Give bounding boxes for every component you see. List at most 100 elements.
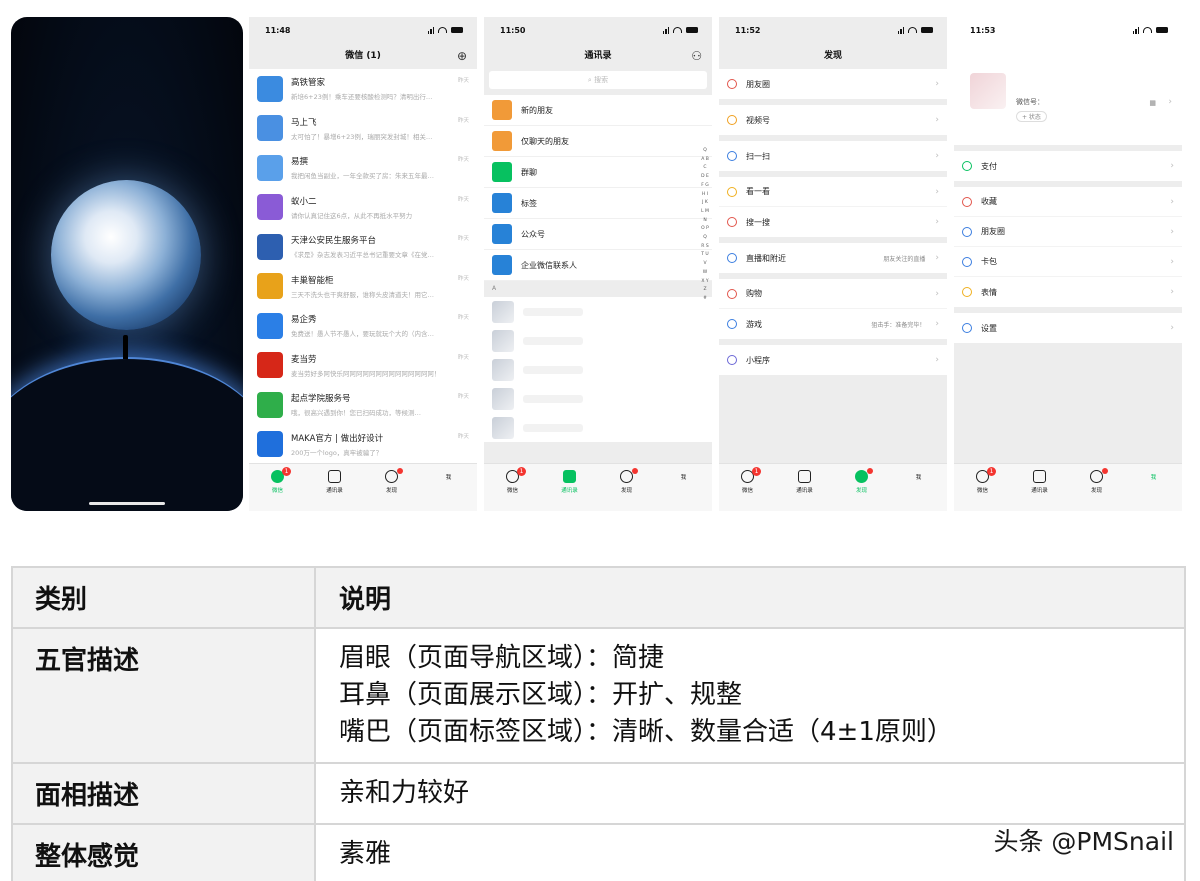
menu-group: 看一看 › 搜一搜 › — [719, 177, 947, 237]
menu-item[interactable]: 支付 › — [954, 151, 1182, 181]
menu-item[interactable]: 表情 › — [954, 277, 1182, 307]
tab-label: 通讯录 — [796, 488, 813, 494]
contact-row[interactable] — [484, 326, 712, 355]
contact-row[interactable] — [484, 297, 712, 326]
tab-person[interactable]: 我 — [1125, 464, 1182, 511]
tab-chat-bubble[interactable]: 微信 1 — [954, 464, 1011, 511]
menu-item[interactable]: 搜一搜 › — [719, 207, 947, 237]
tab-chat-bubble[interactable]: 微信 1 — [484, 464, 541, 511]
contact-label: 企业微信联系人 — [521, 260, 577, 270]
wifi-icon — [673, 27, 682, 33]
menu-item[interactable]: 卡包 › — [954, 247, 1182, 277]
tab-compass[interactable]: 发现 — [1068, 464, 1125, 511]
contact-entry[interactable]: 企业微信联系人 — [484, 250, 712, 281]
status-time: 11:53 — [970, 25, 996, 35]
chat-row[interactable]: 马上飞 太可怕了！暴增6+23例，瑞丽突发封城！相关… 昨天 — [249, 109, 477, 149]
menu-item[interactable]: 朋友圈 › — [719, 69, 947, 99]
contact-entry[interactable]: 仅聊天的朋友 — [484, 126, 712, 157]
menu-item[interactable]: 小程序 › — [719, 345, 947, 375]
menu-item[interactable]: 视频号 › — [719, 105, 947, 135]
chat-row[interactable]: 蚁小二 请你认真记住这6点，从此不再抵水平努力 昨天 — [249, 188, 477, 228]
add-contact-icon[interactable]: ⚇ — [691, 43, 702, 69]
avatar — [492, 358, 514, 381]
menu-item[interactable]: 看一看 › — [719, 177, 947, 207]
contact-entry[interactable]: 标签 — [484, 188, 712, 219]
menu-label: 直播和附近 — [746, 253, 786, 263]
tab-label: 微信 — [271, 488, 283, 494]
watermark: 头条 @PMSnail — [993, 827, 1174, 856]
add-circle-icon[interactable]: ⊕ — [457, 43, 467, 69]
chat-row[interactable]: 起点学院服务号 哦，很高兴遇到你！您已扫码成功，等候测… 昨天 — [249, 385, 477, 425]
chat-row[interactable]: 高铁管家 新培6+23例！乘车还要核酸检测吗？清明出行… 昨天 — [249, 69, 477, 109]
tab-person[interactable]: 我 — [420, 464, 477, 511]
alphabet-index[interactable]: Q A B C D E F G H I J K L M N O P Q R S … — [701, 147, 709, 304]
qr-code-icon[interactable]: ▦ — [1149, 99, 1156, 107]
chat-time: 昨天 — [457, 157, 469, 163]
contact-row[interactable] — [484, 384, 712, 413]
menu-label: 扫一扫 — [746, 151, 770, 161]
menu-item[interactable]: 购物 › — [719, 279, 947, 309]
contact-entry[interactable]: 群聊 — [484, 157, 712, 188]
contact-row[interactable] — [484, 355, 712, 384]
chat-preview: 麦当劳好多阿快乐阿阿阿阿阿阿阿阿阿阿阿阿阿阿！ — [291, 369, 441, 378]
chat-text: MAKA官方 | 做出好设计 200万一个logo，真牢被骗了？ — [291, 432, 471, 457]
chat-row[interactable]: 天津公安民生服务平台 《求是》杂志发表习近平总书记重要文章《在党… 昨天 — [249, 227, 477, 267]
tab-contacts[interactable]: 通讯录 — [541, 464, 598, 511]
chat-time: 昨天 — [457, 78, 469, 84]
tab-label: 我 — [680, 475, 687, 481]
status-bar: 11:52 — [719, 17, 947, 43]
menu-item[interactable]: 朋友圈 › — [954, 217, 1182, 247]
chat-preview: 请你认真记住这6点，从此不再抵水平努力 — [291, 211, 413, 220]
menu-icon — [727, 79, 737, 89]
chevron-right-icon: › — [1170, 256, 1174, 267]
chevron-right-icon: › — [935, 115, 939, 125]
contacts-icon — [328, 470, 341, 483]
chat-name: 起点学院服务号 — [291, 394, 351, 405]
chat-preview: 新培6+23例！乘车还要核酸检测吗？清明出行… — [291, 93, 433, 102]
compass-icon — [620, 470, 633, 483]
chat-row[interactable]: MAKA官方 | 做出好设计 200万一个logo，真牢被骗了？ 昨天 — [249, 425, 477, 465]
menu-item[interactable]: 直播和附近 朋友关注的直播 › — [719, 243, 947, 273]
contact-entry[interactable]: 公众号 — [484, 219, 712, 250]
menu-item[interactable]: 收藏 › — [954, 187, 1182, 217]
tab-compass[interactable]: 发现 — [598, 464, 655, 511]
contact-row[interactable] — [484, 413, 712, 442]
red-dot — [397, 468, 404, 474]
tab-person[interactable]: 我 — [655, 464, 712, 511]
tab-contacts[interactable]: 通讯录 — [1011, 464, 1068, 511]
table-row: 面相描述 亲和力较好 — [11, 762, 1186, 825]
discover-menu: 朋友圈 › 视频号 › 扫一扫 › 看一看 › 搜一搜 › 直播和附近 朋友关注的直播 › 购物 › 游戏 狙击… — [719, 69, 947, 375]
chat-row[interactable]: 易撰 我把闲鱼当副业，一年全款买了房：朱来五年最… 昨天 — [249, 148, 477, 188]
description-line: 眉眼（页面导航区域）：简捷 — [339, 643, 665, 673]
menu-label: 搜一搜 — [746, 217, 770, 227]
chat-time: 昨天 — [457, 196, 469, 203]
contact-entry[interactable]: 新的朋友 — [484, 95, 712, 126]
chat-row[interactable]: 麦当劳 麦当劳好多阿快乐阿阿阿阿阿阿阿阿阿阿阿阿阿阿！ 昨天 — [249, 346, 477, 386]
chat-list: 高铁管家 新培6+23例！乘车还要核酸检测吗？清明出行… 昨天 马上飞 太可怕了！暴增6… — [249, 69, 477, 464]
tab-chat-bubble[interactable]: 微信 1 — [719, 464, 776, 511]
tab-bar: 微信 1 通讯录 发现 我 — [954, 463, 1182, 511]
tab-chat-bubble[interactable]: 微信 1 — [249, 464, 306, 511]
search-input[interactable]: ⌕ 搜索 — [489, 71, 707, 89]
profile-header[interactable]: 11:53 微信号： + 状态 ▦ › — [954, 17, 1182, 145]
menu-group: 直播和附近 朋友关注的直播 › — [719, 243, 947, 273]
status-time: 11:52 — [735, 25, 761, 35]
chat-time: 昨天 — [457, 117, 469, 124]
avatar[interactable] — [970, 73, 1006, 109]
header-category: 类别 — [11, 566, 316, 629]
menu-item[interactable]: 设置 › — [954, 313, 1182, 343]
menu-item[interactable]: 扫一扫 › — [719, 141, 947, 171]
menu-item[interactable]: 游戏 狙击手：准备完毕！ › — [719, 309, 947, 339]
tab-compass[interactable]: 发现 — [833, 464, 890, 511]
home-indicator[interactable] — [89, 502, 165, 505]
tab-contacts[interactable]: 通讯录 — [776, 464, 833, 511]
tab-person[interactable]: 我 — [890, 464, 947, 511]
chat-row[interactable]: 丰巢智能柜 三天不洗头也干爽舒服，谁称头皮清道夫！用它… 昨天 — [249, 267, 477, 307]
tab-compass[interactable]: 发现 — [363, 464, 420, 511]
chat-row[interactable]: 易企秀 免费送！愚人节不愚人，要玩就玩个大的（内含… 昨天 — [249, 306, 477, 346]
tab-contacts[interactable]: 通讯录 — [306, 464, 363, 511]
status-button[interactable]: + 状态 — [1016, 111, 1047, 122]
earth-image — [51, 180, 201, 330]
chevron-right-icon: › — [1170, 161, 1174, 171]
row-description: 眉眼（页面导航区域）：简捷 耳鼻（页面展示区域）：开扩、规整 嘴巴（页面标签区域）：… — [314, 627, 1186, 764]
